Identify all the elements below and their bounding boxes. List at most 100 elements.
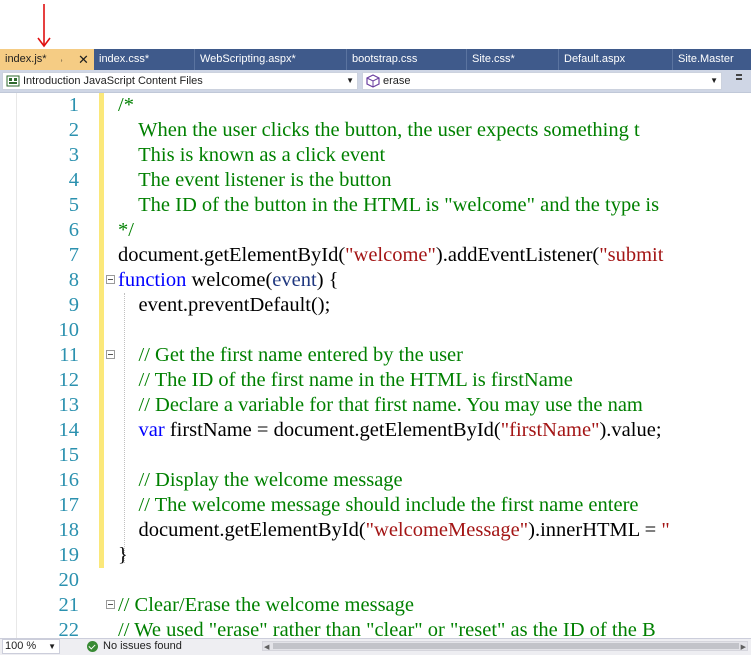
code-token: This is known as a click event <box>118 144 386 166</box>
tab-label: Site.Master <box>678 53 734 65</box>
collapse-region-icon[interactable] <box>106 350 115 359</box>
document-tab-bar: index.js* ˒ ✕ index.css* WebScripting.as… <box>0 49 751 70</box>
split-icon <box>736 74 742 80</box>
tab-label: WebScripting.aspx* <box>200 53 296 65</box>
code-text: document.getElementById("welcome").addEv… <box>118 243 663 268</box>
code-token: // Get the first name entered by the use… <box>118 344 463 366</box>
no-issues-check-icon[interactable] <box>87 641 98 652</box>
scroll-left-icon[interactable]: ◀ <box>264 640 269 655</box>
collapse-region-icon[interactable] <box>106 600 115 609</box>
code-line[interactable]: 11 // Get the first name entered by the … <box>0 343 751 368</box>
code-line[interactable]: 17 // The welcome message should include… <box>0 493 751 518</box>
code-line[interactable]: 7 document.getElementById("welcome").addE… <box>0 243 751 268</box>
code-line[interactable]: 10 <box>0 318 751 343</box>
code-line[interactable]: 8 function welcome(event) { <box>0 268 751 293</box>
project-icon <box>6 75 20 87</box>
code-text: // We used "erase" rather than "clear" o… <box>118 618 656 638</box>
code-text: // The ID of the first name in the HTML … <box>118 368 573 393</box>
line-number: 21 <box>58 594 80 616</box>
close-icon[interactable]: ✕ <box>78 49 89 70</box>
code-line[interactable]: 14 var firstName = document.getElementBy… <box>0 418 751 443</box>
code-token: welcome( <box>186 269 273 291</box>
line-number: 16 <box>58 469 80 491</box>
code-token: firstName = document.getElementById( <box>164 419 501 441</box>
tab-webscripting-aspx[interactable]: WebScripting.aspx* <box>195 49 347 70</box>
line-number: 6 <box>68 219 79 241</box>
top-margin <box>0 0 751 49</box>
line-number: 17 <box>58 494 80 516</box>
zoom-dropdown[interactable]: 100 % ▼ <box>2 639 60 654</box>
tab-site-master[interactable]: Site.Master <box>673 49 751 70</box>
code-token: /* <box>118 94 134 116</box>
pin-icon[interactable]: ˒ <box>60 49 63 70</box>
code-line[interactable]: 13 // Declare a variable for that first … <box>0 393 751 418</box>
code-token: } <box>118 544 128 566</box>
code-line[interactable]: 21 // Clear/Erase the welcome message <box>0 593 751 618</box>
code-token: // The ID of the first name in the HTML … <box>118 369 573 391</box>
code-line[interactable]: 12 // The ID of the first name in the HT… <box>0 368 751 393</box>
issues-status-label[interactable]: No issues found <box>103 639 182 654</box>
code-line[interactable]: 1 /* <box>0 93 751 118</box>
code-line[interactable]: 4 The event listener is the button <box>0 168 751 193</box>
code-token: " <box>661 519 670 541</box>
line-number: 2 <box>68 119 79 141</box>
code-token: ) { <box>316 269 339 291</box>
code-token: event <box>272 269 317 291</box>
project-dropdown-label: Introduction JavaScript Content Files <box>23 75 203 87</box>
tab-site-css[interactable]: Site.css* <box>467 49 559 70</box>
code-line[interactable]: 2 When the user clicks the button, the u… <box>0 118 751 143</box>
status-bar: 100 % ▼ No issues found ◀ ▶ <box>0 638 751 655</box>
line-number: 20 <box>58 569 80 591</box>
scroll-right-icon[interactable]: ▶ <box>741 640 746 655</box>
code-text: The event listener is the button <box>118 168 391 193</box>
code-line[interactable]: 3 This is known as a click event <box>0 143 751 168</box>
code-line[interactable]: 19} <box>0 543 751 568</box>
line-number: 15 <box>58 444 80 466</box>
navigation-bar: Introduction JavaScript Content Files ▼ … <box>0 70 751 93</box>
tab-index-js[interactable]: index.js* ˒ ✕ <box>0 49 94 70</box>
line-number: 1 <box>68 94 79 116</box>
code-text: // Declare a variable for that first nam… <box>118 393 643 418</box>
code-token: // Clear/Erase the welcome message <box>118 594 414 616</box>
tab-default-aspx[interactable]: Default.aspx <box>559 49 673 70</box>
code-token: ).value; <box>599 419 662 441</box>
code-line[interactable]: 16 // Display the welcome message <box>0 468 751 493</box>
code-token: "submit <box>599 244 664 266</box>
member-dropdown[interactable]: erase ▼ <box>362 72 722 90</box>
code-text: When the user clicks the button, the use… <box>118 118 640 143</box>
code-token: When the user clicks the button, the use… <box>118 119 640 141</box>
tab-bootstrap-css[interactable]: bootstrap.css <box>347 49 467 70</box>
horizontal-scrollbar[interactable]: ◀ ▶ <box>262 641 748 651</box>
code-token: // Declare a variable for that first nam… <box>118 394 643 416</box>
code-line[interactable]: 6 */ <box>0 218 751 243</box>
code-text: document.getElementById("welcomeMessage"… <box>118 518 670 543</box>
collapse-region-icon[interactable] <box>106 275 115 284</box>
split-editor-button[interactable] <box>728 73 746 89</box>
line-number: 3 <box>68 144 79 166</box>
tab-label: bootstrap.css <box>352 53 418 65</box>
code-token: "welcome" <box>345 244 436 266</box>
line-number: 10 <box>58 319 80 341</box>
code-line[interactable]: 18 document.getElementById("welcomeMessa… <box>0 518 751 543</box>
code-text: } <box>118 543 128 568</box>
chevron-down-icon: ▼ <box>710 76 718 85</box>
code-line[interactable]: 9 event.preventDefault(); <box>0 293 751 318</box>
code-line[interactable]: 22 // We used "erase" rather than "clear"… <box>0 618 751 638</box>
project-dropdown[interactable]: Introduction JavaScript Content Files ▼ <box>2 72 358 90</box>
code-token: The event listener is the button <box>118 169 392 191</box>
code-editor[interactable]: 1/* 2 When the user clicks the button, th… <box>0 93 751 638</box>
line-number: 11 <box>59 344 79 366</box>
scrollbar-thumb[interactable] <box>273 643 739 649</box>
red-arrow-annotation-icon <box>37 4 51 48</box>
code-text: event.preventDefault(); <box>118 293 331 318</box>
line-number: 13 <box>58 394 80 416</box>
code-line[interactable]: 20 <box>0 568 751 593</box>
code-text: var firstName = document.getElementById(… <box>118 418 662 443</box>
code-token: // The welcome message should include th… <box>118 494 639 516</box>
code-token: // We used "erase" rather than "clear" o… <box>118 619 656 638</box>
code-token: The ID of the button in the HTML is "wel… <box>118 194 660 216</box>
code-line[interactable]: 5 The ID of the button in the HTML is "w… <box>0 193 751 218</box>
code-line[interactable]: 15 <box>0 443 751 468</box>
tab-index-css[interactable]: index.css* <box>94 49 195 70</box>
